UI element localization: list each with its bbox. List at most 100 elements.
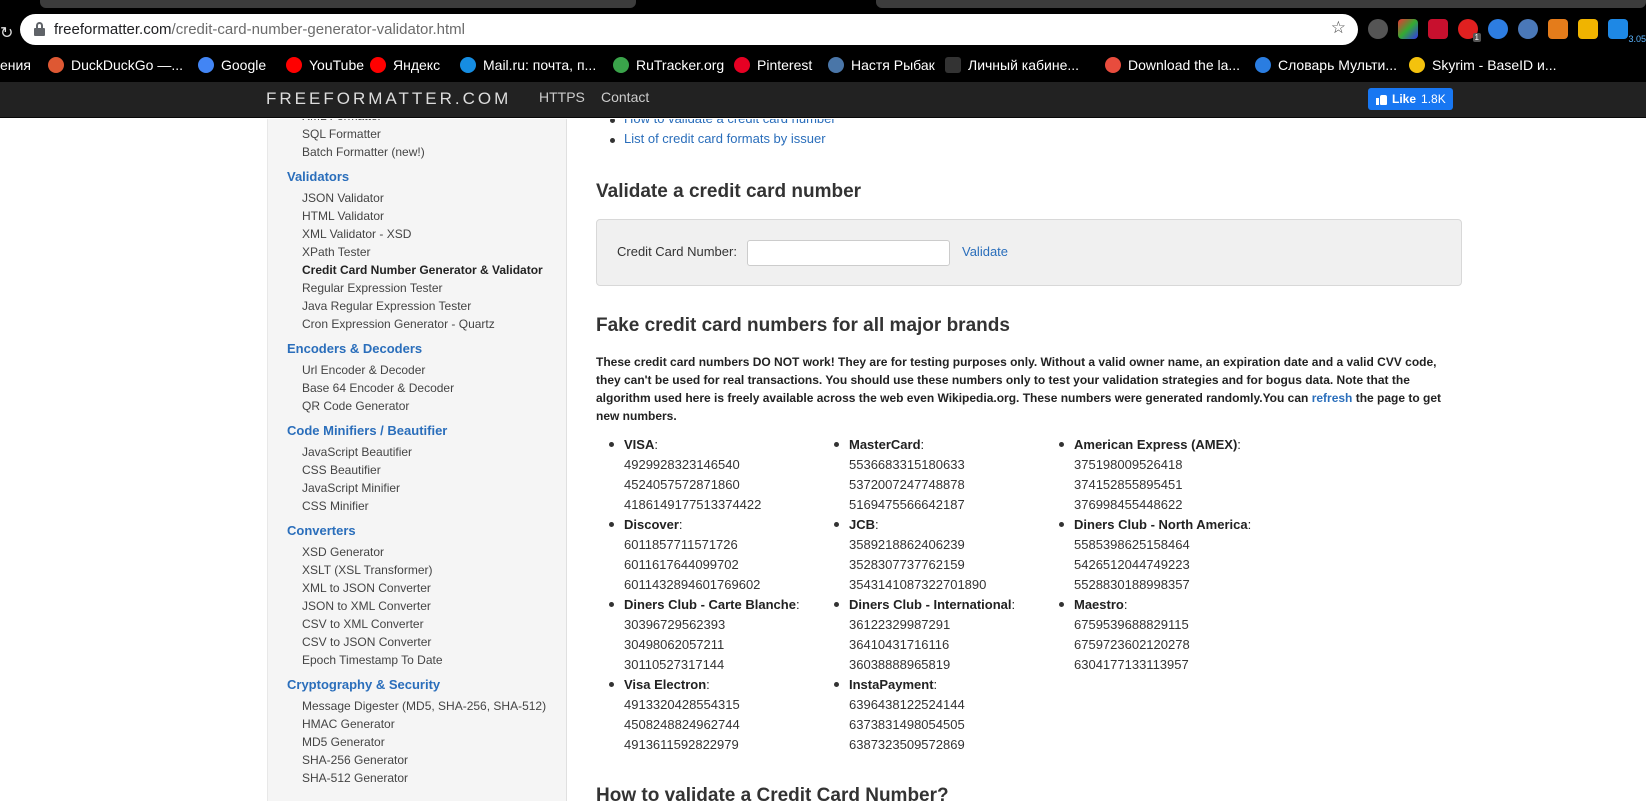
sidebar-item[interactable]: Batch Formatter (new!) [302, 145, 425, 159]
bookmark-item[interactable]: Pinterest [734, 57, 812, 73]
sidebar-item[interactable]: Regular Expression Tester [302, 281, 443, 295]
sidebar-item[interactable]: Cron Expression Generator - Quartz [302, 317, 495, 331]
card-brand-label: Discover [624, 517, 679, 532]
sidebar-item[interactable]: XPath Tester [302, 245, 370, 259]
sidebar-item[interactable]: Message Digester (MD5, SHA-256, SHA-512) [302, 699, 546, 713]
nav-link-contact[interactable]: Contact [601, 89, 649, 105]
sidebar-item[interactable]: Url Encoder & Decoder [302, 363, 425, 377]
bookmark-item[interactable]: Настя Рыбак [828, 57, 935, 73]
browser-tab[interactable] [40, 0, 636, 8]
like-label: Like [1392, 92, 1417, 106]
sidebar-item[interactable]: XSLT (XSL Transformer) [302, 563, 432, 577]
sidebar-item[interactable]: CSV to JSON Converter [302, 635, 431, 649]
bookmark-favicon-icon [1409, 57, 1425, 73]
bookmark-item[interactable]: Личный кабине... [945, 57, 1079, 73]
validate-form: Credit Card Number: Validate [596, 219, 1462, 286]
facebook-like-button[interactable]: Like 1.8K [1368, 88, 1453, 110]
card-brand-name: Diners Club - International: [849, 597, 1016, 612]
card-brand-name: VISA: [624, 437, 658, 452]
bookmark-item[interactable]: ения [0, 57, 31, 73]
card-number: 6759539688829115 [1074, 617, 1189, 632]
sidebar-item[interactable]: MD5 Generator [302, 735, 385, 749]
card-number: 4913611592822979 [624, 737, 739, 752]
sidebar-item[interactable]: SQL Formatter [302, 127, 381, 141]
bookmark-favicon-icon [370, 57, 386, 73]
bookmark-item[interactable]: Словарь Мульти... [1255, 57, 1397, 73]
sidebar-item[interactable]: CSV to XML Converter [302, 617, 424, 631]
site-brand[interactable]: FREEFORMATTER.COM [266, 89, 511, 109]
sidebar-item[interactable]: Epoch Timestamp To Date [302, 653, 443, 667]
bookmark-item[interactable]: YouTube [286, 57, 364, 73]
toc-link-validate[interactable]: How to validate a credit card number [596, 119, 836, 131]
red-play-extension-icon[interactable] [1428, 19, 1448, 39]
bookmark-item[interactable]: RuTracker.org [613, 57, 724, 73]
lock-icon[interactable] [34, 22, 45, 36]
browser-tab[interactable] [876, 0, 1646, 8]
sidebar-item[interactable]: XML Validator - XSD [302, 227, 411, 241]
sidebar-item[interactable]: JavaScript Beautifier [302, 445, 412, 459]
sidebar-item[interactable]: JSON to XML Converter [302, 599, 431, 613]
sidebar-section-title[interactable]: Validators [287, 169, 349, 184]
sidebar-item[interactable]: QR Code Generator [302, 399, 409, 413]
validate-button[interactable]: Validate [962, 244, 1008, 259]
sidebar-item[interactable]: HTML Validator [302, 209, 384, 223]
sidebar-item[interactable]: XSD Generator [302, 545, 384, 559]
sidebar-item[interactable]: Base 64 Encoder & Decoder [302, 381, 454, 395]
bookmark-label: Download the la... [1128, 57, 1241, 73]
bookmark-item[interactable]: Google [198, 57, 266, 73]
cc-number-input[interactable] [747, 240, 950, 266]
gear-extension-icon[interactable] [1368, 19, 1388, 39]
reload-icon[interactable]: ↻ [0, 23, 13, 42]
bookmark-item[interactable]: Mail.ru: почта, п... [460, 57, 596, 73]
mute-extension-icon[interactable] [1518, 19, 1538, 39]
omnibox[interactable]: freeformatter.com/credit-card-number-gen… [20, 14, 1358, 45]
sidebar-section-title[interactable]: Code Minifiers / Beautifier [287, 423, 447, 438]
colorful-extension-icon[interactable] [1398, 19, 1418, 39]
nav-link-https[interactable]: HTTPS [539, 89, 585, 105]
sidebar-item[interactable]: Java Regular Expression Tester [302, 299, 471, 313]
disclaimer-note: These credit card numbers DO NOT work! T… [596, 353, 1446, 425]
bookmark-label: Словарь Мульти... [1278, 57, 1398, 73]
sidebar-section-title[interactable]: Cryptography & Security [287, 677, 440, 692]
url-host: freeformatter.com [54, 21, 172, 38]
sidebar-item[interactable]: CSS Minifier [302, 499, 369, 513]
bookmark-favicon-icon [613, 57, 629, 73]
blue-extension-icon[interactable] [1608, 19, 1628, 39]
bookmark-star-icon[interactable]: ☆ [1331, 18, 1346, 38]
card-brand-item: Diners Club - Carte Blanche: 303967295623… [596, 595, 821, 675]
sidebar-section-title[interactable]: Encoders & Decoders [287, 341, 422, 356]
card-number: 5426512044749223 [1074, 557, 1190, 572]
sidebar-item[interactable]: JSON Validator [302, 191, 384, 205]
sidebar-item[interactable]: XML to JSON Converter [302, 581, 431, 595]
bookmark-label: Настя Рыбак [851, 57, 935, 73]
fake-numbers-heading: Fake credit card numbers for all major b… [596, 315, 1010, 336]
bookmark-item[interactable]: Download the la... [1105, 57, 1240, 73]
sidebar-item[interactable]: SHA-512 Generator [302, 771, 408, 785]
bookmark-favicon-icon [460, 57, 476, 73]
bookmark-favicon-icon [734, 57, 750, 73]
card-brand-label: Visa Electron [624, 677, 707, 692]
orange-extension-icon[interactable] [1548, 19, 1568, 39]
bookmark-item[interactable]: DuckDuckGo —... [48, 57, 183, 73]
card-number: 3528307737762159 [849, 557, 965, 572]
refresh-link[interactable]: refresh [1312, 391, 1353, 405]
brand-column: VISA: 4929928323146540 4524057572871860 418… [596, 435, 821, 755]
bookmark-item[interactable]: Яндекс [370, 57, 440, 73]
sidebar-item[interactable]: SHA-256 Generator [302, 753, 408, 767]
card-brand-item: MasterCard: 5536683315180633 5372007247748… [821, 435, 1046, 515]
sidebar-item[interactable]: CSS Beautifier [302, 463, 381, 477]
card-brand-item: VISA: 4929928323146540 4524057572871860 418… [596, 435, 821, 515]
sidebar-section-title[interactable]: Converters [287, 523, 356, 538]
sidebar-item[interactable]: JavaScript Minifier [302, 481, 400, 495]
adblock-extension-icon[interactable]: 1 [1458, 19, 1481, 42]
notes-extension-icon[interactable] [1578, 19, 1598, 39]
bookmark-item[interactable]: Skyrim - BaseID и... [1409, 57, 1557, 73]
sidebar-item[interactable]: HMAC Generator [302, 717, 395, 731]
toc-link-formats[interactable]: List of credit card formats by issuer [596, 131, 836, 151]
sidebar-item[interactable]: XML Formatter [302, 119, 382, 123]
sidebar-item[interactable]: Credit Card Number Generator & Validator [302, 263, 543, 277]
bookmark-label: DuckDuckGo —... [71, 57, 184, 73]
download-extension-icon[interactable] [1488, 19, 1508, 39]
card-number: 36122329987291 [849, 617, 951, 632]
url-text[interactable]: freeformatter.com/credit-card-number-gen… [54, 21, 465, 38]
